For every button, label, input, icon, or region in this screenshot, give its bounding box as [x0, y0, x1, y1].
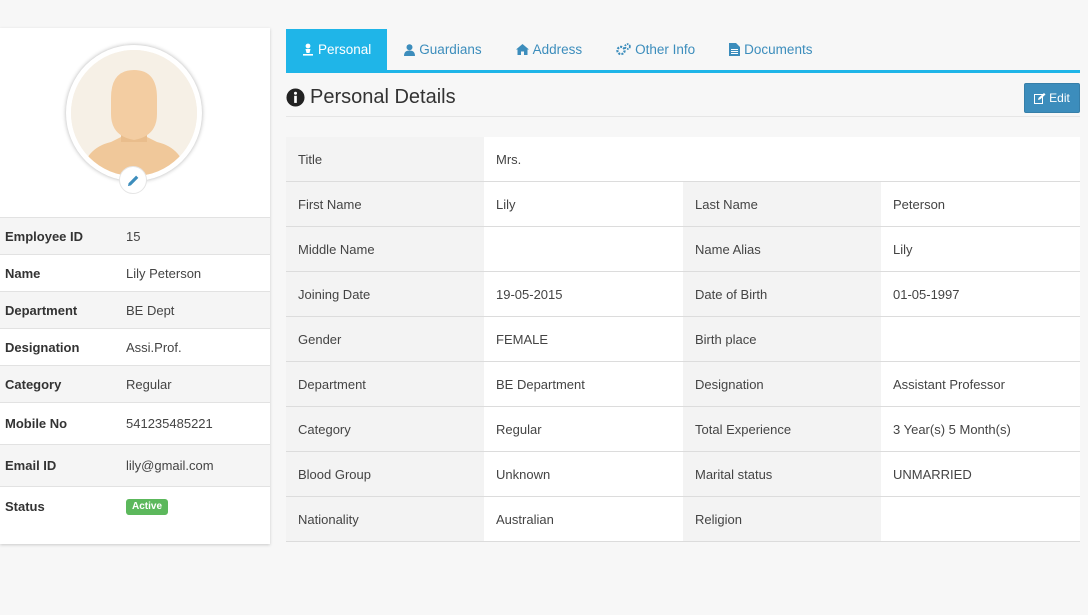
detail-label: Gender — [286, 317, 484, 361]
detail-label: Nationality — [286, 497, 484, 541]
info-label: Employee ID — [5, 228, 84, 244]
info-row-category: Category Regular — [0, 365, 270, 402]
document-icon — [729, 43, 741, 56]
info-value: 541235485221 — [126, 416, 213, 431]
detail-value: Unknown — [484, 452, 683, 496]
detail-value: 19-05-2015 — [484, 272, 683, 316]
tab-documents[interactable]: Documents — [712, 29, 829, 70]
person-icon — [303, 43, 313, 56]
detail-value: Regular — [484, 407, 683, 451]
table-row: Nationality Australian Religion — [286, 497, 1080, 542]
profile-card: Employee ID 15 Name Lily Peterson Depart… — [0, 28, 270, 544]
detail-label: Total Experience — [683, 407, 881, 451]
info-value: BE Dept — [126, 302, 175, 318]
avatar — [66, 45, 202, 194]
detail-label: Joining Date — [286, 272, 484, 316]
profile-info-list: Employee ID 15 Name Lily Peterson Depart… — [0, 217, 270, 526]
detail-label: Designation — [683, 362, 881, 406]
detail-label: First Name — [286, 182, 484, 226]
info-row-employee-id: Employee ID 15 — [0, 217, 270, 254]
detail-value: Assistant Professor — [881, 362, 1080, 406]
info-label: Name — [5, 265, 41, 281]
info-value: 15 — [126, 228, 141, 244]
table-row: Category Regular Total Experience 3 Year… — [286, 407, 1080, 452]
tab-bar: Personal Guardians Address Other Info Do… — [286, 29, 1080, 73]
info-value: lily@gmail.com — [126, 458, 214, 473]
info-label: Category — [5, 376, 62, 392]
info-row-email: Email ID lily@gmail.com — [0, 444, 270, 486]
detail-value: Lily — [484, 182, 683, 226]
detail-label: Last Name — [683, 182, 881, 226]
page-title: Personal Details — [286, 83, 456, 111]
detail-label: Department — [286, 362, 484, 406]
info-circle-icon — [286, 87, 305, 107]
info-value: Active — [126, 487, 270, 526]
info-row-status: Status Active — [0, 486, 270, 526]
detail-value: FEMALE — [484, 317, 683, 361]
table-row: Gender FEMALE Birth place — [286, 317, 1080, 362]
detail-label: Name Alias — [683, 227, 881, 271]
info-label: Email ID — [5, 458, 57, 473]
edit-icon — [1034, 92, 1046, 104]
info-row-designation: Designation Assi.Prof. — [0, 328, 270, 365]
status-badge: Active — [126, 498, 169, 515]
home-icon — [515, 44, 529, 55]
tab-label: Address — [532, 42, 583, 57]
tab-label: Personal — [318, 42, 372, 57]
detail-value: 01-05-1997 — [881, 272, 1080, 316]
info-label: Department — [5, 302, 78, 318]
detail-label: Date of Birth — [683, 272, 881, 316]
detail-value: Peterson — [881, 182, 1080, 226]
table-row: Department BE Department Designation Ass… — [286, 362, 1080, 407]
pencil-icon — [127, 175, 138, 186]
table-row: First Name Lily Last Name Peterson — [286, 182, 1080, 227]
tab-label: Documents — [744, 42, 813, 57]
info-label: Designation — [5, 339, 80, 355]
detail-value: BE Department — [484, 362, 683, 406]
tab-guardians[interactable]: Guardians — [387, 29, 498, 70]
detail-label: Birth place — [683, 317, 881, 361]
table-row: Joining Date 19-05-2015 Date of Birth 01… — [286, 272, 1080, 317]
divider — [286, 116, 1080, 117]
table-row: Middle Name Name Alias Lily — [286, 227, 1080, 272]
info-value: Lily Peterson — [126, 265, 202, 281]
detail-value — [881, 497, 1080, 541]
personal-details-table: Title Mrs. First Name Lily Last Name Pet… — [286, 137, 1080, 542]
edit-button[interactable]: Edit — [1024, 83, 1080, 113]
detail-value: UNMARRIED — [881, 452, 1080, 496]
detail-label: Marital status — [683, 452, 881, 496]
info-row-department: Department BE Dept — [0, 291, 270, 328]
detail-label: Middle Name — [286, 227, 484, 271]
tab-address[interactable]: Address — [499, 29, 600, 70]
detail-value — [484, 227, 683, 271]
avatar-image — [71, 50, 197, 176]
detail-value: Australian — [484, 497, 683, 541]
detail-label: Blood Group — [286, 452, 484, 496]
detail-value: 3 Year(s) 5 Month(s) — [881, 407, 1080, 451]
detail-value: Mrs. — [484, 137, 1080, 181]
detail-label: Religion — [683, 497, 881, 541]
info-label: Mobile No — [5, 416, 68, 431]
info-row-name: Name Lily Peterson — [0, 254, 270, 291]
info-value: Regular — [126, 376, 172, 392]
tab-label: Other Info — [635, 42, 696, 57]
edit-photo-button[interactable] — [119, 166, 147, 194]
detail-value — [881, 317, 1080, 361]
page-title-text: Personal Details — [310, 85, 456, 108]
detail-label: Category — [286, 407, 484, 451]
tab-label: Guardians — [419, 42, 482, 57]
info-label: Status — [5, 499, 45, 514]
detail-label: Title — [286, 137, 484, 181]
tab-personal[interactable]: Personal — [286, 29, 388, 70]
info-row-mobile: Mobile No 541235485221 — [0, 402, 270, 444]
detail-value: Lily — [881, 227, 1080, 271]
gears-icon — [616, 43, 631, 56]
tab-other-info[interactable]: Other Info — [599, 29, 712, 70]
edit-button-label: Edit — [1049, 91, 1070, 105]
table-row: Blood Group Unknown Marital status UNMAR… — [286, 452, 1080, 497]
user-icon — [404, 43, 416, 56]
table-row: Title Mrs. — [286, 137, 1080, 182]
info-value: Assi.Prof. — [126, 339, 182, 355]
